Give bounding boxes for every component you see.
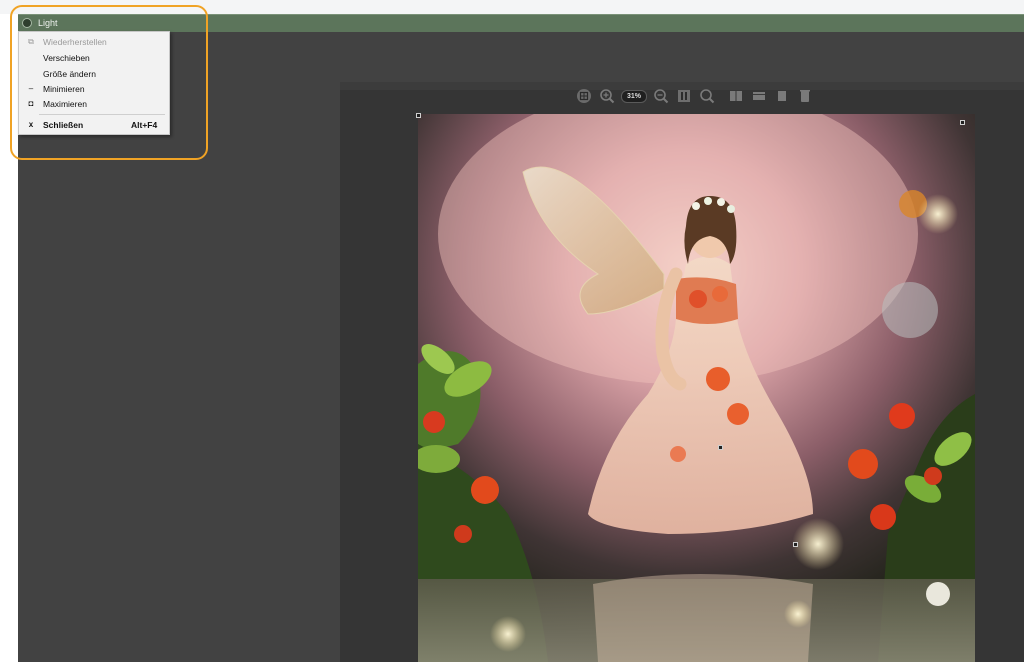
- trash-icon[interactable]: [796, 87, 814, 105]
- viewer-toolbar: 31%: [575, 86, 814, 106]
- menu-item-restore[interactable]: ⧉ Wiederherstellen: [19, 34, 169, 50]
- close-icon: x: [28, 120, 34, 129]
- zoom-out-icon[interactable]: [652, 87, 670, 105]
- screen-left-strip: [0, 14, 18, 662]
- menu-item-resize[interactable]: Größe ändern: [19, 66, 169, 82]
- menu-item-close[interactable]: x Schließen Alt+F4: [19, 117, 169, 133]
- loupe-icon[interactable]: [698, 87, 716, 105]
- window-titlebar[interactable]: Light: [18, 14, 1024, 32]
- minimize-icon: –: [28, 84, 34, 93]
- maximize-icon: ◘: [28, 99, 34, 108]
- menu-item-minimize[interactable]: – Minimieren: [19, 81, 169, 97]
- close-shortcut: Alt+F4: [131, 120, 158, 130]
- actual-size-icon[interactable]: [675, 87, 693, 105]
- crop-handle-center[interactable]: [718, 445, 723, 450]
- system-menu: ⧉ Wiederherstellen Verschieben Größe änd…: [18, 31, 170, 135]
- filmstrip-icon[interactable]: [750, 87, 768, 105]
- menu-item-maximize[interactable]: ◘ Maximieren: [19, 96, 169, 112]
- menu-item-move[interactable]: Verschieben: [19, 50, 169, 66]
- crop-handle-top-right[interactable]: [960, 120, 965, 125]
- zoom-level-readout[interactable]: 31%: [621, 89, 648, 103]
- compare-icon[interactable]: [727, 87, 745, 105]
- single-view-icon[interactable]: [773, 87, 791, 105]
- crop-handle-bottom[interactable]: [793, 542, 798, 547]
- restore-icon: ⧉: [28, 37, 34, 46]
- fairy-photo[interactable]: [418, 114, 975, 662]
- fit-to-window-icon[interactable]: [575, 87, 593, 105]
- crop-handle-top-left[interactable]: [416, 113, 421, 118]
- app-icon[interactable]: [22, 18, 32, 28]
- zoom-in-icon[interactable]: [598, 87, 616, 105]
- screen-top-strip: [0, 0, 1024, 14]
- menu-separator: [39, 114, 165, 115]
- window-title: Light: [38, 18, 58, 28]
